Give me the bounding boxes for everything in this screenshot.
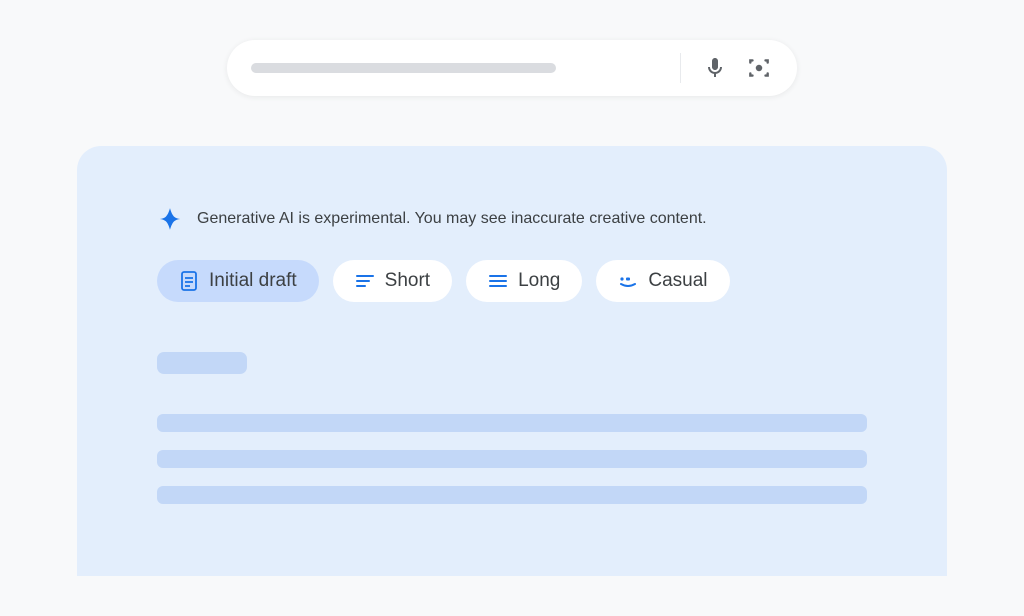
voice-search-icon[interactable] <box>701 54 729 82</box>
document-icon <box>179 271 199 291</box>
disclaimer-row: Generative AI is experimental. You may s… <box>157 206 867 232</box>
content-skeleton-line <box>157 486 867 504</box>
chip-initial-draft[interactable]: Initial draft <box>157 260 319 302</box>
search-bar[interactable] <box>227 40 797 96</box>
search-divider <box>680 53 681 83</box>
short-lines-icon <box>355 271 375 291</box>
casual-icon <box>618 271 638 291</box>
chip-short[interactable]: Short <box>333 260 452 302</box>
chip-label: Casual <box>648 270 707 292</box>
chip-label: Initial draft <box>209 270 297 292</box>
image-search-icon[interactable] <box>745 54 773 82</box>
chip-long[interactable]: Long <box>466 260 582 302</box>
sparkle-icon <box>157 206 183 232</box>
chip-label: Long <box>518 270 560 292</box>
content-skeleton-title <box>157 352 247 374</box>
content-skeleton-line <box>157 450 867 468</box>
disclaimer-text: Generative AI is experimental. You may s… <box>197 210 707 228</box>
content-skeleton-line <box>157 414 867 432</box>
search-actions <box>680 53 773 83</box>
chip-casual[interactable]: Casual <box>596 260 729 302</box>
chip-label: Short <box>385 270 430 292</box>
search-placeholder-skeleton <box>251 63 556 73</box>
chips-row: Initial draft Short Long <box>157 260 867 302</box>
long-lines-icon <box>488 271 508 291</box>
ai-panel: Generative AI is experimental. You may s… <box>77 146 947 576</box>
